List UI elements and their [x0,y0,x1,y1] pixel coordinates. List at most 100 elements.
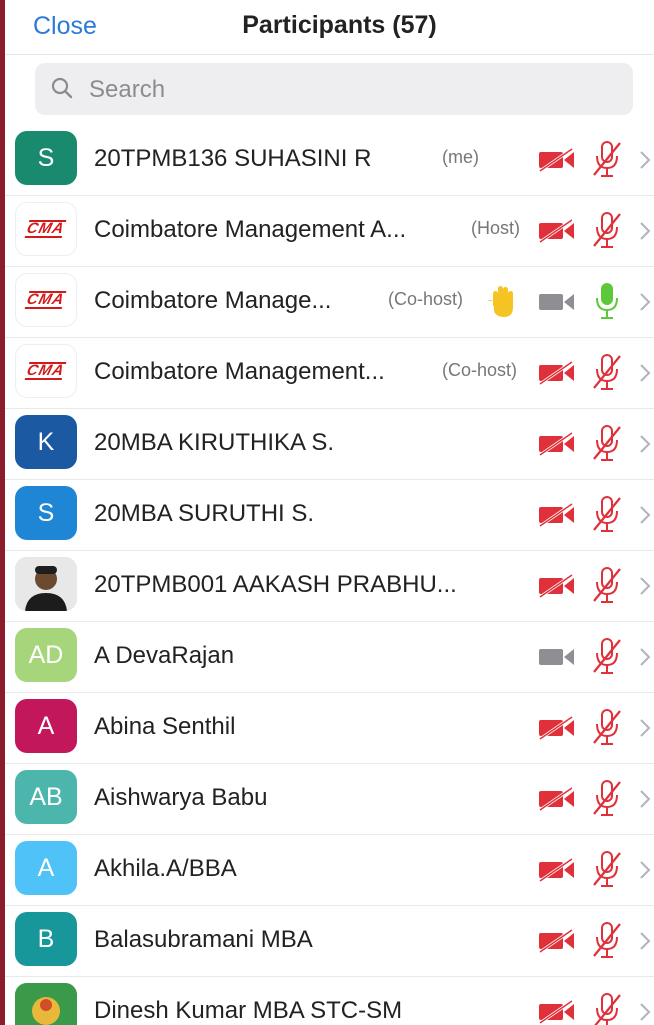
avatar: K [15,415,77,469]
participant-name: Balasubramani MBA [94,926,313,953]
participant-name: Coimbatore Manage... (Co-host) [94,287,464,314]
mic-muted-icon[interactable] [592,210,622,250]
avatar-logo: CMA [15,202,77,256]
avatar: A [15,699,77,753]
avatar-logo: CMA [15,273,77,327]
chevron-right-icon[interactable] [638,717,652,739]
chevron-right-icon[interactable] [638,149,652,171]
participant-name: Abina Senthil [94,713,236,740]
search-input[interactable]: Search [35,63,633,115]
participant-row[interactable]: CMA Coimbatore Management A... (Host) [5,196,654,267]
video-off-icon[interactable] [538,218,576,244]
raised-hand-icon [488,286,513,317]
avatar: AD [15,628,77,682]
participant-name: 20MBA SURUTHI S. [94,500,315,527]
avatar: S [15,131,77,185]
participant-row[interactable]: Dinesh Kumar MBA STC-SM [5,977,654,1025]
participant-name: Aishwarya Babu [94,784,268,811]
video-off-icon[interactable] [538,147,576,173]
participant-list: S 20TPMB136 SUHASINI R (me) CMA Coimbatore … [5,125,654,1025]
video-off-icon[interactable] [538,715,576,741]
participant-row[interactable]: B Balasubramani MBA [5,906,654,977]
mic-muted-icon[interactable] [592,139,622,179]
avatar-initials: A [37,853,55,882]
video-off-icon[interactable] [538,502,576,528]
avatar [15,983,77,1025]
participant-row[interactable]: A Akhila.A/BBA [5,835,654,906]
search-icon [51,77,73,99]
avatar-initials: B [37,924,55,953]
video-off-icon[interactable] [538,999,576,1025]
participant-name: Coimbatore Management... (Co-host) [94,358,518,385]
chevron-right-icon[interactable] [638,220,652,242]
avatar-logo: CMA [15,344,77,398]
mic-muted-icon[interactable] [592,849,622,889]
avatar: B [15,912,77,966]
participant-row[interactable]: S 20MBA SURUTHI S. [5,480,654,551]
chevron-right-icon[interactable] [638,504,652,526]
avatar-photo [15,557,77,611]
mic-muted-icon[interactable] [592,423,622,463]
chevron-right-icon[interactable] [638,646,652,668]
avatar-initials: A [37,711,55,740]
participant-name: 20TPMB136 SUHASINI R (me) [94,145,479,172]
mic-muted-icon[interactable] [592,920,622,960]
participant-row[interactable]: K 20MBA KIRUTHIKA S. [5,409,654,480]
video-off-icon[interactable] [538,857,576,883]
participant-row[interactable]: CMA Coimbatore Management... (Co-host) [5,338,654,409]
mic-muted-icon[interactable] [592,352,622,392]
mic-muted-icon[interactable] [592,565,622,605]
chevron-right-icon[interactable] [638,575,652,597]
avatar-initials: AD [28,640,64,669]
participant-name: Dinesh Kumar MBA STC-SM [94,997,403,1024]
participants-panel: Close Participants (57) Search S 20TPMB13… [5,0,654,1025]
participant-name: 20TPMB001 AAKASH PRABHU... [94,571,457,598]
video-off-icon[interactable] [538,431,576,457]
header-bar: Close Participants (57) [5,0,654,55]
participant-name: Akhila.A/BBA [94,855,237,882]
participant-role: (Co-host) [442,360,518,380]
video-off-icon[interactable] [538,928,576,954]
avatar: S [15,486,77,540]
video-off-icon[interactable] [538,573,576,599]
cma-logo: CMA [24,362,67,380]
page-title: Participants (57) [242,11,437,39]
avatar: A [15,841,77,895]
participant-row[interactable]: A Abina Senthil [5,693,654,764]
mic-muted-icon[interactable] [592,778,622,818]
video-icon[interactable] [538,289,576,315]
video-icon[interactable] [538,644,576,670]
mic-muted-icon[interactable] [592,707,622,747]
mic-on-icon[interactable] [592,281,622,321]
mic-muted-icon[interactable] [592,991,622,1025]
avatar-photo [15,983,77,1025]
participant-row[interactable]: AD A DevaRajan [5,622,654,693]
participant-row[interactable]: AB Aishwarya Babu [5,764,654,835]
search-placeholder: Search [89,76,166,103]
participant-name: 20MBA KIRUTHIKA S. [94,429,335,456]
participant-role: (me) [442,147,479,167]
avatar-initials: AB [29,782,63,811]
participant-name: A DevaRajan [94,642,235,669]
mic-muted-icon[interactable] [592,636,622,676]
participant-role: (Host) [471,218,520,238]
chevron-right-icon[interactable] [638,433,652,455]
participant-row[interactable]: CMA Coimbatore Manage... (Co-host) [5,267,654,338]
participant-row[interactable]: 20TPMB001 AAKASH PRABHU... [5,551,654,622]
avatar-initials: S [37,498,55,527]
avatar [15,557,77,611]
video-off-icon[interactable] [538,360,576,386]
avatar-initials: S [37,143,55,172]
mic-muted-icon[interactable] [592,494,622,534]
chevron-right-icon[interactable] [638,291,652,313]
participant-role: (Co-host) [388,289,464,309]
video-off-icon[interactable] [538,786,576,812]
chevron-right-icon[interactable] [638,859,652,881]
chevron-right-icon[interactable] [638,930,652,952]
chevron-right-icon[interactable] [638,362,652,384]
chevron-right-icon[interactable] [638,1001,652,1023]
avatar-initials: K [37,427,55,456]
cma-logo: CMA [24,220,67,238]
chevron-right-icon[interactable] [638,788,652,810]
participant-row[interactable]: S 20TPMB136 SUHASINI R (me) [5,125,654,196]
